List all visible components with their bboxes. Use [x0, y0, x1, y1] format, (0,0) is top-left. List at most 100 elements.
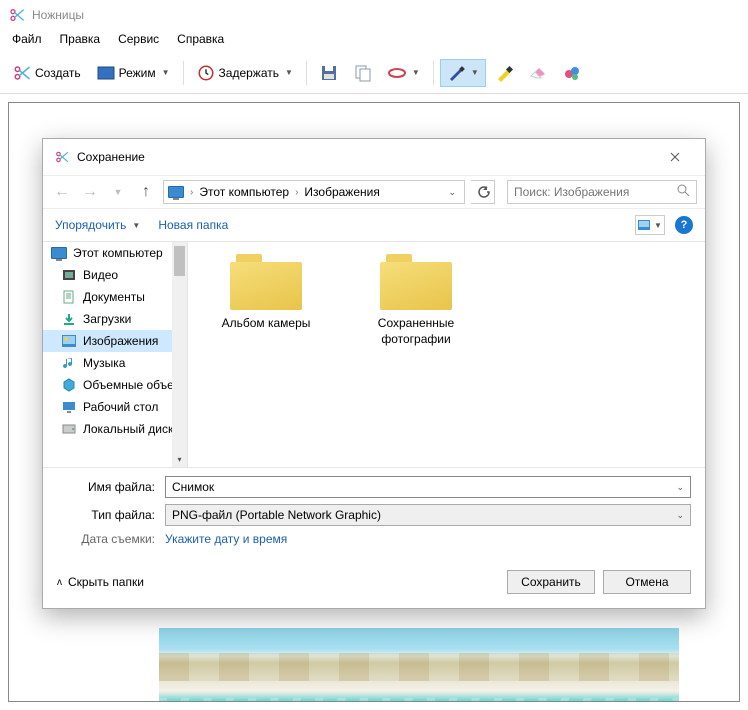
view-mode-button[interactable]: ▼ — [635, 215, 665, 235]
breadcrumb-current[interactable]: Изображения — [304, 185, 379, 199]
forward-button[interactable]: → — [79, 181, 101, 203]
tree-3dobjects[interactable]: Объемные объекты — [43, 374, 187, 396]
drive-icon — [61, 421, 77, 437]
save-button[interactable]: Сохранить — [507, 570, 595, 594]
address-dropdown[interactable]: ⌄ — [444, 187, 460, 198]
save-dialog: Сохранение ← → ▼ ↑ › Этот компьютер › Из… — [42, 138, 706, 609]
browse-area: Этот компьютер Видео Документы Загрузки … — [43, 242, 705, 467]
chevron-up-icon: ʌ — [57, 577, 62, 588]
search-input[interactable] — [514, 185, 677, 199]
tree-localdisk[interactable]: Локальный диск — [43, 418, 187, 440]
copy-icon — [354, 64, 372, 82]
menu-file[interactable]: Файл — [12, 32, 42, 46]
mode-label: Режим — [119, 66, 156, 80]
app-title: Ножницы — [32, 8, 84, 22]
paint3d-button[interactable] — [556, 59, 588, 87]
separator — [306, 61, 307, 85]
hide-folders-button[interactable]: ʌ Скрыть папки — [57, 575, 144, 589]
delay-button[interactable]: Задержать ▼ — [190, 59, 300, 87]
tree-music[interactable]: Музыка — [43, 352, 187, 374]
organize-button[interactable]: Упорядочить ▼ — [55, 218, 140, 232]
refresh-button[interactable] — [471, 180, 495, 204]
tree-this-pc[interactable]: Этот компьютер — [43, 242, 187, 264]
menu-edit[interactable]: Правка — [60, 32, 101, 46]
downloads-icon — [61, 311, 77, 327]
chevron-down-icon: ▼ — [654, 221, 662, 230]
menu-service[interactable]: Сервис — [118, 32, 159, 46]
folder-item[interactable]: Сохраненные фотографии — [356, 254, 476, 347]
dialog-footer: ʌ Скрыть папки Сохранить Отмена — [43, 558, 705, 608]
address-bar[interactable]: › Этот компьютер › Изображения ⌄ — [163, 180, 465, 204]
chevron-right-icon: › — [293, 187, 300, 198]
chevron-down-icon: ▼ — [471, 68, 479, 77]
picture-icon — [638, 220, 650, 230]
chevron-down-icon[interactable]: ⌄ — [676, 510, 684, 521]
highlighter-icon — [495, 64, 513, 82]
chevron-down-icon: ▼ — [285, 68, 293, 77]
navbar: ← → ▼ ↑ › Этот компьютер › Изображения ⌄ — [43, 175, 705, 209]
cancel-button[interactable]: Отмена — [603, 570, 691, 594]
new-folder-button[interactable]: Новая папка — [158, 218, 228, 232]
eraser-button[interactable] — [522, 59, 554, 87]
search-icon — [677, 184, 690, 200]
tree-scrollbar[interactable]: ▴ ▾ — [172, 242, 187, 467]
close-icon — [670, 152, 680, 162]
copy-button[interactable] — [347, 59, 379, 87]
help-button[interactable]: ? — [675, 216, 693, 234]
music-icon — [61, 355, 77, 371]
chevron-down-icon: ▼ — [412, 68, 420, 77]
date-label: Дата съемки: — [57, 532, 165, 546]
folder-label: Альбом камеры — [206, 316, 326, 332]
pen-button[interactable]: ▼ — [440, 59, 486, 87]
save-button[interactable] — [313, 59, 345, 87]
chevron-down-icon: ▼ — [132, 221, 140, 230]
tree-desktop[interactable]: Рабочий стол — [43, 396, 187, 418]
scissors-icon — [13, 64, 31, 82]
highlighter-button[interactable] — [488, 59, 520, 87]
pictures-icon — [61, 333, 77, 349]
scroll-down-icon[interactable]: ▾ — [172, 452, 187, 467]
tree-downloads[interactable]: Загрузки — [43, 308, 187, 330]
recent-dropdown[interactable]: ▼ — [107, 181, 129, 203]
dialog-title: Сохранение — [77, 150, 649, 164]
menu-help[interactable]: Справка — [177, 32, 224, 46]
folder-label: Сохраненные фотографии — [356, 316, 476, 347]
eraser-icon — [529, 64, 547, 82]
filename-label: Имя файла: — [57, 480, 165, 494]
filetype-select[interactable]: PNG-файл (Portable Network Graphic) ⌄ — [165, 504, 691, 526]
app-titlebar: Ножницы — [0, 0, 748, 30]
dialog-titlebar: Сохранение — [43, 139, 705, 175]
filename-input[interactable]: Снимок ⌄ — [165, 476, 691, 498]
search-box[interactable] — [507, 180, 697, 204]
folder-tree: Этот компьютер Видео Документы Загрузки … — [43, 242, 188, 467]
new-snip-button[interactable]: Создать — [6, 59, 88, 87]
folder-icon — [380, 254, 452, 310]
chevron-right-icon: › — [188, 187, 195, 198]
back-button[interactable]: ← — [51, 181, 73, 203]
date-link[interactable]: Укажите дату и время — [165, 532, 287, 546]
clock-icon — [197, 64, 215, 82]
breadcrumb-root[interactable]: Этот компьютер — [199, 185, 289, 199]
envelope-icon — [388, 64, 406, 82]
file-pane: Альбом камеры Сохраненные фотографии — [188, 242, 705, 467]
new-snip-label: Создать — [35, 66, 81, 80]
chevron-down-icon: ▼ — [162, 68, 170, 77]
mode-button[interactable]: Режим ▼ — [90, 59, 177, 87]
close-button[interactable] — [655, 147, 695, 167]
send-button[interactable]: ▼ — [381, 59, 427, 87]
tree-documents[interactable]: Документы — [43, 286, 187, 308]
pen-icon — [447, 64, 465, 82]
paint3d-icon — [563, 64, 581, 82]
scroll-thumb[interactable] — [174, 246, 185, 276]
chevron-down-icon[interactable]: ⌄ — [676, 482, 684, 493]
floppy-icon — [320, 64, 338, 82]
pc-icon — [168, 184, 184, 200]
cube-icon — [61, 377, 77, 393]
folder-item[interactable]: Альбом камеры — [206, 254, 326, 332]
up-button[interactable]: ↑ — [135, 181, 157, 203]
tree-pictures[interactable]: Изображения — [43, 330, 187, 352]
rectangle-icon — [97, 64, 115, 82]
tree-videos[interactable]: Видео — [43, 264, 187, 286]
scissors-icon — [8, 6, 26, 24]
filetype-label: Тип файла: — [57, 508, 165, 522]
